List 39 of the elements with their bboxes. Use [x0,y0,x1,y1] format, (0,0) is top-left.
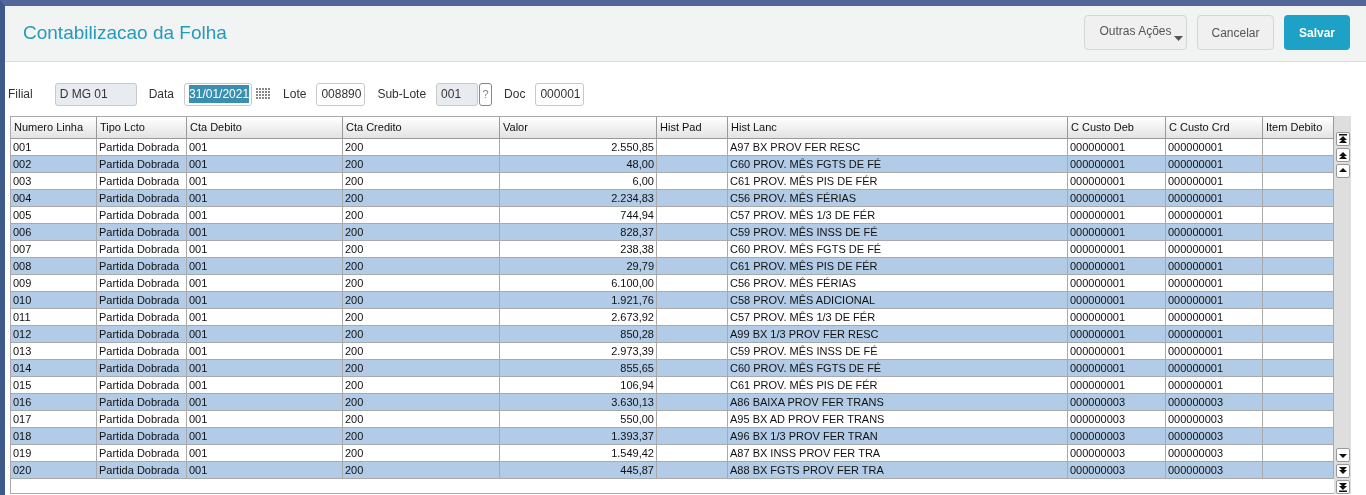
cancel-button[interactable]: Cancelar [1197,15,1274,50]
input-field[interactable]: 31/01/2021 [184,82,253,106]
calendar-icon[interactable] [256,88,272,100]
scroll-down-icon[interactable] [1335,448,1350,462]
table-cell: 020 [11,462,97,479]
scroll-top-icon[interactable] [1335,132,1350,146]
table-cell: 445,87 [500,462,657,479]
table-cell: 000000003 [1166,462,1263,479]
column-header[interactable]: Tipo Lcto [97,117,187,139]
input-field[interactable]: 000001 [535,82,585,106]
actions-menu-button[interactable]: Outras Ações [1084,15,1187,50]
column-header[interactable]: Valor [500,117,657,139]
table-cell [657,462,728,479]
field-label: Sub-Lote [377,86,427,103]
field-label: Filial [8,86,33,103]
scroll-up-icon[interactable] [1335,164,1350,178]
scrollbar[interactable] [1334,116,1351,494]
scroll-bottom-icon[interactable] [1335,480,1350,494]
table-cell: 001 [187,462,343,479]
column-header[interactable]: C Custo Crd [1166,117,1263,139]
table-cell: Partida Dobrada [97,462,187,479]
page-up-icon[interactable] [1335,148,1350,162]
table-cell: A88 BX FGTS PROV FER TRA [728,462,1068,479]
page-title: Contabilizacao da Folha [23,21,227,46]
column-header[interactable]: Cta Credito [343,117,500,139]
caret-icon [1174,36,1183,41]
column-header[interactable]: Hist Lanc [728,117,1068,139]
column-header[interactable]: Hist Pad [657,117,728,139]
input-field[interactable]: 008890 [316,82,366,106]
column-header[interactable]: Cta Debito [187,117,343,139]
column-header[interactable]: C Custo Deb [1068,117,1166,139]
field-label: Doc [504,86,526,103]
field-label: Lote [283,86,307,103]
table-cell: 000000003 [1068,462,1166,479]
table-cell: 200 [343,462,500,479]
field-label: Data [148,86,175,103]
column-header[interactable]: Numero Linha [11,117,97,139]
column-header[interactable]: Item Debito [1263,117,1334,139]
page-down-icon[interactable] [1335,464,1350,478]
